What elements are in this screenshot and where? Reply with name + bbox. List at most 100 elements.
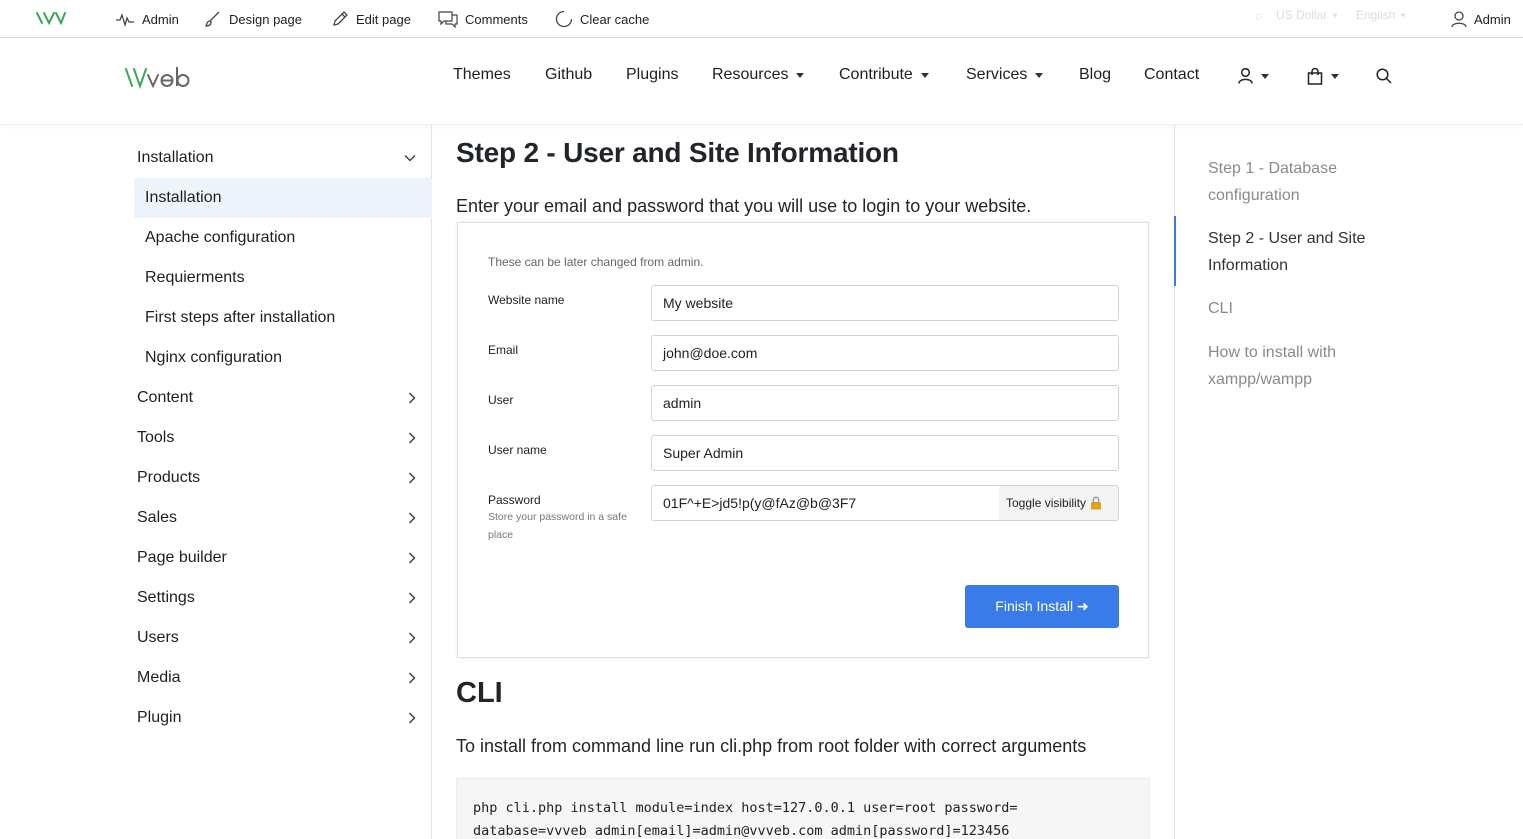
admin-bar: Admin Design page Edit page Comments Cle… [0,0,1523,38]
nav-contact[interactable]: Contact [1144,66,1199,84]
nav-search-button[interactable] [1376,68,1392,84]
form-note: These can be later changed from admin. [488,255,704,269]
chevron-right-icon [409,712,416,724]
chevron-right-icon [409,512,416,524]
design-page-label: Design page [229,11,302,27]
table-of-contents: Step 1 - Database configuration Step 2 -… [1174,125,1523,839]
nav-plugins[interactable]: Plugins [626,66,678,84]
nav-services[interactable]: Services [966,66,1044,84]
language-label: English [1356,8,1396,22]
sidebar-item-tools[interactable]: Tools [137,418,422,458]
pencil-icon [333,11,348,26]
lead-paragraph: Enter your email and password that you w… [456,196,1032,216]
toc-active-indicator [1174,216,1176,286]
chevron-right-icon [409,432,416,444]
finish-install-button[interactable]: Finish Install ➜ [965,585,1119,628]
sidebar-item-media[interactable]: Media [137,658,422,698]
sidebar-item-label: Page builder [137,549,227,566]
chevron-down-icon [1332,13,1339,17]
sidebar-item-plugin[interactable]: Plugin [137,698,422,738]
sidebar-group-installation[interactable]: Installation [137,138,422,178]
toc-item-step1[interactable]: Step 1 - Database configuration [1208,155,1408,209]
sidebar-subitem-requirements[interactable]: Requierments [134,258,432,298]
toc-item-step2[interactable]: Step 2 - User and Site Information [1208,225,1408,279]
shopping-bag-icon [1307,68,1323,85]
user-label: User [488,393,514,407]
sidebar-item-label: Users [137,629,179,646]
caret-down-icon [920,72,929,78]
nav-cart-menu[interactable] [1307,68,1339,85]
sidebar-item-products[interactable]: Products [137,458,422,498]
nav-themes[interactable]: Themes [453,66,511,84]
lock-icon [1091,496,1102,510]
chevron-right-icon [409,672,416,684]
sidebar-item-content[interactable]: Content [137,378,422,418]
email-label: Email [488,343,519,357]
sun-icon: ☼ [1253,8,1264,22]
clear-cache-label: Clear cache [580,11,650,27]
sidebar-item-page-builder[interactable]: Page builder [137,538,422,578]
sidebar-item-label: Plugin [137,709,182,726]
toc-item-xampp[interactable]: How to install with xampp/wampp [1208,339,1408,393]
toc-item-cli[interactable]: CLI [1208,295,1408,322]
admin-link[interactable]: Admin [115,0,179,38]
vvveb-small-logo-icon[interactable] [36,11,66,25]
toggle-visibility-button[interactable]: Toggle visibility [999,485,1119,521]
user-name-input[interactable]: Super Admin [651,435,1119,471]
nav-blog[interactable]: Blog [1079,66,1111,84]
sidebar-subitem-first-steps[interactable]: First steps after installation [134,298,432,338]
sidebar-subitem-apache[interactable]: Apache configuration [134,218,432,258]
chevron-right-icon [409,472,416,484]
nav-resources-label: Resources [712,66,789,83]
website-name-input[interactable]: My website [651,285,1119,321]
sidebar-item-settings[interactable]: Settings [137,578,422,618]
nav-user-menu[interactable] [1238,68,1269,84]
chevron-down-icon [1400,13,1407,17]
chevron-right-icon [409,592,416,604]
nav-resources[interactable]: Resources [712,66,805,84]
sidebar-item-users[interactable]: Users [137,618,422,658]
nav-services-label: Services [966,66,1028,83]
edit-page-label: Edit page [356,11,411,27]
currency-label: US Dollar [1276,8,1328,22]
refresh-icon [555,10,573,28]
language-selector[interactable]: English [1356,8,1407,22]
comments-link[interactable]: Comments [438,0,528,38]
cli-code-block: php cli.php install module=index host=12… [456,778,1150,839]
admin-user-label: Admin [1474,11,1511,27]
sidebar-item-label: Sales [137,509,178,526]
activity-icon [116,13,134,27]
clear-cache-link[interactable]: Clear cache [555,0,649,38]
cli-heading: CLI [456,677,503,709]
sidebar-item-label: Products [137,469,201,486]
edit-page-link[interactable]: Edit page [331,0,411,38]
caret-down-icon [1331,74,1339,79]
caret-down-icon [796,72,805,78]
install-form-screenshot: These can be later changed from admin. W… [457,222,1149,658]
design-page-link[interactable]: Design page [204,0,302,38]
brush-icon [204,11,220,27]
website-name-label: Website name [488,293,565,307]
email-input[interactable]: john@doe.com [651,335,1119,371]
caret-down-icon [1035,72,1044,78]
toggle-visibility-label: Toggle visibility [1006,496,1087,510]
sidebar-item-label: Tools [137,429,175,446]
password-help: Store your password in a safe place [488,511,627,541]
nav-github[interactable]: Github [545,66,592,84]
chevron-right-icon [409,632,416,644]
nav-contribute[interactable]: Contribute [839,66,929,84]
sidebar-item-label: Media [137,669,181,686]
user-input[interactable]: admin [651,385,1119,421]
sidebar-item-sales[interactable]: Sales [137,498,422,538]
sidebar-subitem-installation[interactable]: Installation [134,178,432,218]
sidebar-item-label: Content [137,389,194,406]
sidebar-subitem-nginx[interactable]: Nginx configuration [134,338,432,378]
sidebar-item-label: Settings [137,589,195,606]
admin-user-link[interactable]: Admin [1451,0,1511,38]
password-input[interactable]: 01F^+E>jd5!p(y@fAz@b@3F7 [651,485,1000,521]
user-name-label: User name [488,443,547,457]
comments-icon [438,11,458,28]
vvveb-logo-icon[interactable] [125,65,201,89]
page-heading: Step 2 - User and Site Information [456,137,899,168]
currency-selector[interactable]: ☼ US Dollar [1253,8,1339,22]
